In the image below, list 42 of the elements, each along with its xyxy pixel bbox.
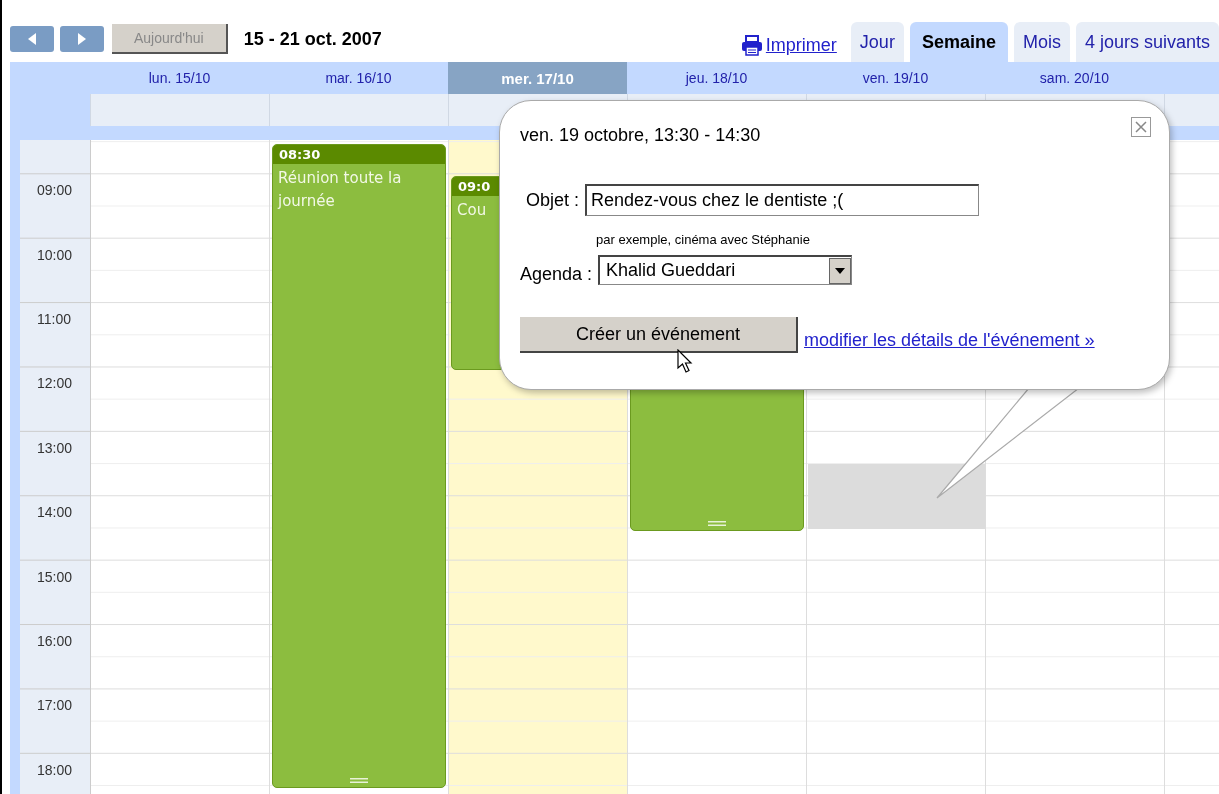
day-header[interactable]: ven. 19/10 (806, 62, 985, 94)
event-time: 08:30 (273, 145, 445, 165)
hour-label: 12:00 (37, 375, 73, 392)
hour-label: 11:00 (37, 311, 71, 328)
field-label: Agenda : (520, 264, 593, 285)
subject-field[interactable]: Rendez-vous chez le dentiste ;( (585, 184, 980, 216)
date-range: 15 - 21 oct. 2007 (243, 28, 382, 50)
day-header[interactable]: lun. 15/10 (90, 62, 269, 94)
right-arrow-icon (78, 33, 86, 45)
printer-icon (740, 34, 763, 56)
hour-label: 13:00 (37, 439, 73, 456)
hour-label: 09:00 (37, 182, 73, 199)
grip-icon[interactable] (708, 520, 726, 526)
all-day-cell[interactable] (90, 94, 269, 126)
event-title: Réunion toute la journée (276, 168, 403, 212)
hour-label: 18:00 (37, 761, 73, 778)
left-arrow-icon (28, 33, 36, 45)
close-icon (1135, 121, 1147, 133)
next-button[interactable] (60, 26, 104, 52)
print-link[interactable]: Imprimer (765, 34, 837, 56)
day-header[interactable]: sam. 20/10 (985, 62, 1164, 94)
caret-icon (829, 257, 852, 284)
view-tab[interactable]: 4 jours suivants (1075, 22, 1219, 62)
grip-icon[interactable] (350, 778, 368, 784)
view-tab[interactable]: Jour (850, 22, 904, 62)
all-day-cell[interactable] (269, 94, 448, 126)
hour-label: 17:00 (37, 697, 73, 714)
view-tab[interactable]: Mois (1013, 22, 1070, 62)
edit-details-link[interactable]: modifier les détails de l'événement » (804, 330, 1095, 351)
mouse-pointer-icon (677, 349, 693, 375)
previous-button[interactable] (10, 26, 54, 52)
calendar-dropdown[interactable]: Khalid Gueddari (598, 255, 853, 285)
hour-label: 16:00 (37, 633, 73, 650)
event-title: Cou (456, 200, 488, 222)
create-event-button[interactable]: Créer un événement (520, 317, 798, 353)
close-button[interactable] (1131, 117, 1151, 137)
hour-label: 15:00 (37, 568, 73, 585)
hour-label: 10:00 (37, 246, 73, 263)
day-header[interactable]: jeu. 18/10 (627, 62, 806, 94)
day-header[interactable]: mar. 16/10 (269, 62, 448, 94)
hour-label: 14:00 (37, 504, 73, 521)
view-tab[interactable]: Semaine (909, 22, 1008, 62)
